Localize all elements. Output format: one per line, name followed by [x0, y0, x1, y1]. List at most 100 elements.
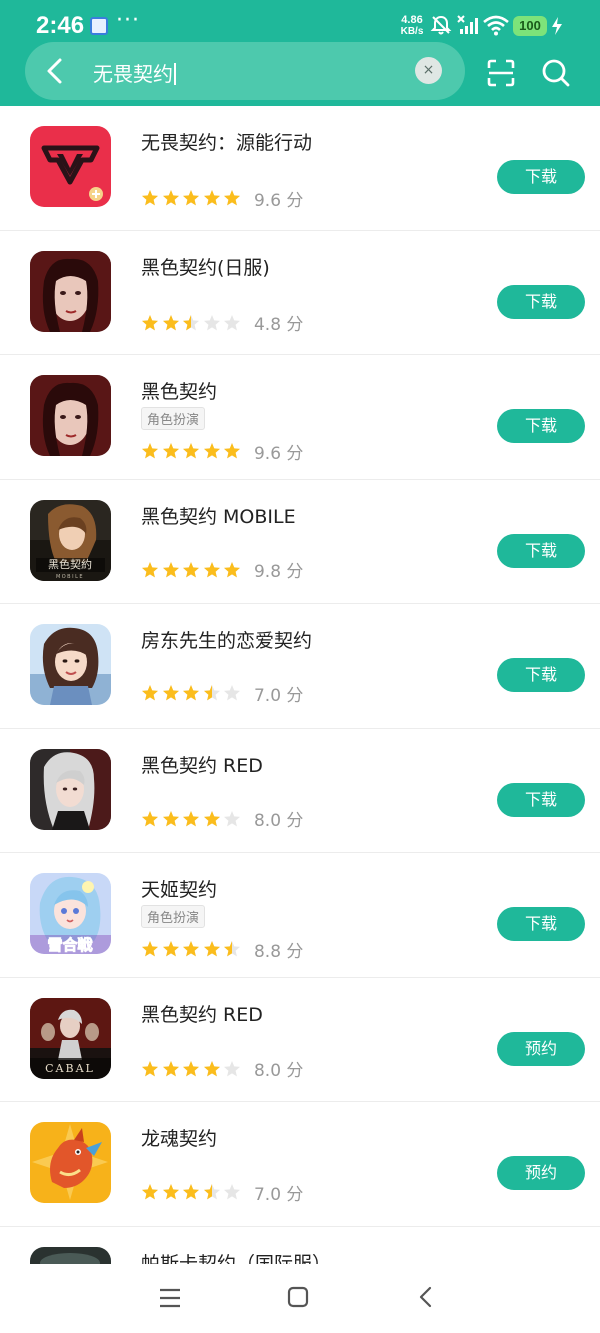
star-filled-icon	[142, 810, 158, 826]
star-filled-icon	[183, 561, 200, 577]
result-item[interactable]: 龙魂契约 7.0 分 预约	[0, 1102, 600, 1227]
wifi-icon	[483, 15, 509, 36]
star-filled-icon	[142, 314, 158, 330]
star-filled-icon	[162, 561, 179, 577]
download-button[interactable]: 下载	[497, 658, 585, 692]
star-filled-icon	[162, 941, 179, 957]
back-icon[interactable]	[414, 1285, 438, 1309]
app-title[interactable]: 黑色契约 RED	[141, 1000, 263, 1027]
star-filled-icon	[162, 190, 179, 206]
result-item[interactable]: 黑色契约(日服) 4.8 分 下载	[0, 231, 600, 355]
star-rating	[141, 940, 244, 958]
text-caret	[174, 63, 176, 85]
rating: 8.8 分	[141, 939, 303, 962]
app-title[interactable]: 黑色契约 MOBILE	[141, 502, 296, 529]
result-item[interactable]: 黑色契约 RED 8.0 分 下载	[0, 729, 600, 853]
star-empty-icon	[224, 810, 241, 826]
valorant-mobile-icon[interactable]	[30, 126, 111, 207]
result-item[interactable]: CABAL 黑色契约 RED 8.0 分 预约	[0, 978, 600, 1102]
star-rating	[141, 810, 244, 828]
cabal-red-icon[interactable]: CABAL	[30, 997, 111, 1079]
star-filled-icon	[203, 561, 220, 577]
charging-icon	[552, 17, 562, 35]
app-score: 4.8 分	[253, 315, 304, 335]
svg-text:黑色契約: 黑色契約	[48, 557, 92, 571]
app-title[interactable]: 黑色契约(日服)	[141, 253, 270, 280]
recent-apps-icon[interactable]	[158, 1286, 182, 1310]
star-empty-icon	[224, 685, 241, 701]
app-score: 9.6 分	[253, 190, 304, 211]
black-contract-icon[interactable]	[30, 375, 111, 456]
app-title[interactable]: 黑色契约	[141, 377, 217, 404]
result-item[interactable]: 无畏契约：源能行动 9.6 分 下载	[0, 106, 600, 231]
black-contract-mobile-icon[interactable]: 黑色契約 MOBILE	[30, 499, 111, 581]
back-arrow-icon[interactable]	[40, 55, 72, 87]
star-rating	[141, 1060, 244, 1078]
star-filled-icon	[224, 561, 241, 577]
star-filled-icon	[183, 685, 200, 701]
rating: 7.0 分	[141, 1182, 303, 1205]
star-filled-icon	[183, 941, 200, 957]
app-title[interactable]: 龙魂契约	[141, 1124, 217, 1151]
result-item[interactable]: 雪合戦 天姬契约 角色扮演 8.8 分 下载	[0, 853, 600, 978]
rating: 8.0 分	[141, 809, 304, 831]
dragon-soul-contract-icon[interactable]	[30, 1122, 111, 1203]
star-filled-icon	[142, 190, 158, 206]
download-button[interactable]: 下载	[497, 907, 585, 941]
result-item[interactable]: 房东先生的恋爱契约 7.0 分 下载	[0, 604, 600, 729]
app-title[interactable]: 天姬契约	[141, 875, 217, 902]
app-score: 8.0 分	[253, 1061, 304, 1081]
search-box[interactable]	[25, 42, 465, 100]
star-filled-icon	[142, 1184, 158, 1200]
download-button[interactable]: 下载	[497, 409, 585, 443]
reserve-button[interactable]: 预约	[497, 1031, 585, 1066]
star-filled-icon	[162, 443, 179, 459]
search-results-list[interactable]: 无畏契约：源能行动 9.6 分 下载 黑色契约(日服) 4.8 分 下载 黑色契…	[0, 106, 600, 1264]
network-speed-unit: KB/s	[400, 26, 424, 37]
result-item[interactable]: 帕斯卡契约（国际服）	[0, 1227, 600, 1265]
download-button[interactable]: 下载	[497, 284, 585, 319]
star-half-icon	[203, 1184, 220, 1200]
download-button[interactable]: 下载	[497, 533, 585, 568]
star-rating	[141, 189, 244, 207]
black-contract-red-icon[interactable]	[30, 748, 111, 830]
rating: 9.6 分	[141, 188, 304, 211]
download-button[interactable]: 下载	[497, 160, 585, 194]
app-title[interactable]: 黑色契约 RED	[141, 751, 263, 778]
star-filled-icon	[183, 443, 200, 459]
star-filled-icon	[203, 1060, 220, 1076]
star-rating	[141, 442, 244, 460]
scan-icon[interactable]	[486, 58, 516, 88]
rating: 8.0 分	[141, 1059, 304, 1081]
tianji-contract-icon[interactable]: 雪合戦	[30, 873, 111, 954]
search-input[interactable]: 无畏契约	[93, 58, 176, 87]
star-filled-icon	[183, 1060, 200, 1076]
black-contract-jp-icon[interactable]	[30, 250, 111, 332]
result-item[interactable]: 黑色契约 角色扮演 9.6 分 下载	[0, 355, 600, 480]
home-icon[interactable]	[286, 1285, 310, 1309]
system-navigation-bar	[0, 1264, 600, 1333]
app-title[interactable]: 无畏契约：源能行动	[141, 128, 312, 155]
status-time: 2:46	[36, 12, 85, 39]
category-tag[interactable]: 角色扮演	[141, 905, 206, 928]
network-speed-value: 4.86	[401, 14, 423, 26]
app-title[interactable]: 帕斯卡契约（国际服）	[141, 1249, 331, 1265]
star-filled-icon	[162, 1184, 179, 1200]
star-empty-icon	[224, 1184, 241, 1200]
pascal-contract-icon[interactable]	[30, 1246, 111, 1265]
star-filled-icon	[224, 190, 241, 206]
star-filled-icon	[162, 685, 179, 701]
result-item[interactable]: 黑色契約 MOBILE 黑色契约 MOBILE 9.8 分 下载	[0, 480, 600, 604]
notification-app-icon	[90, 17, 108, 35]
reserve-button[interactable]: 预约	[497, 1156, 585, 1190]
landlord-love-contract-icon[interactable]	[30, 624, 111, 705]
search-icon[interactable]	[541, 58, 571, 88]
category-tag[interactable]: 角色扮演	[141, 407, 206, 430]
star-empty-icon	[224, 1060, 241, 1076]
app-title[interactable]: 房东先生的恋爱契约	[141, 626, 312, 653]
app-score: 9.6 分	[253, 443, 304, 464]
rating: 9.6 分	[141, 441, 304, 464]
download-button[interactable]: 下载	[497, 782, 585, 817]
clear-search-button[interactable]: ×	[415, 57, 442, 84]
app-score: 8.0 分	[253, 811, 304, 831]
